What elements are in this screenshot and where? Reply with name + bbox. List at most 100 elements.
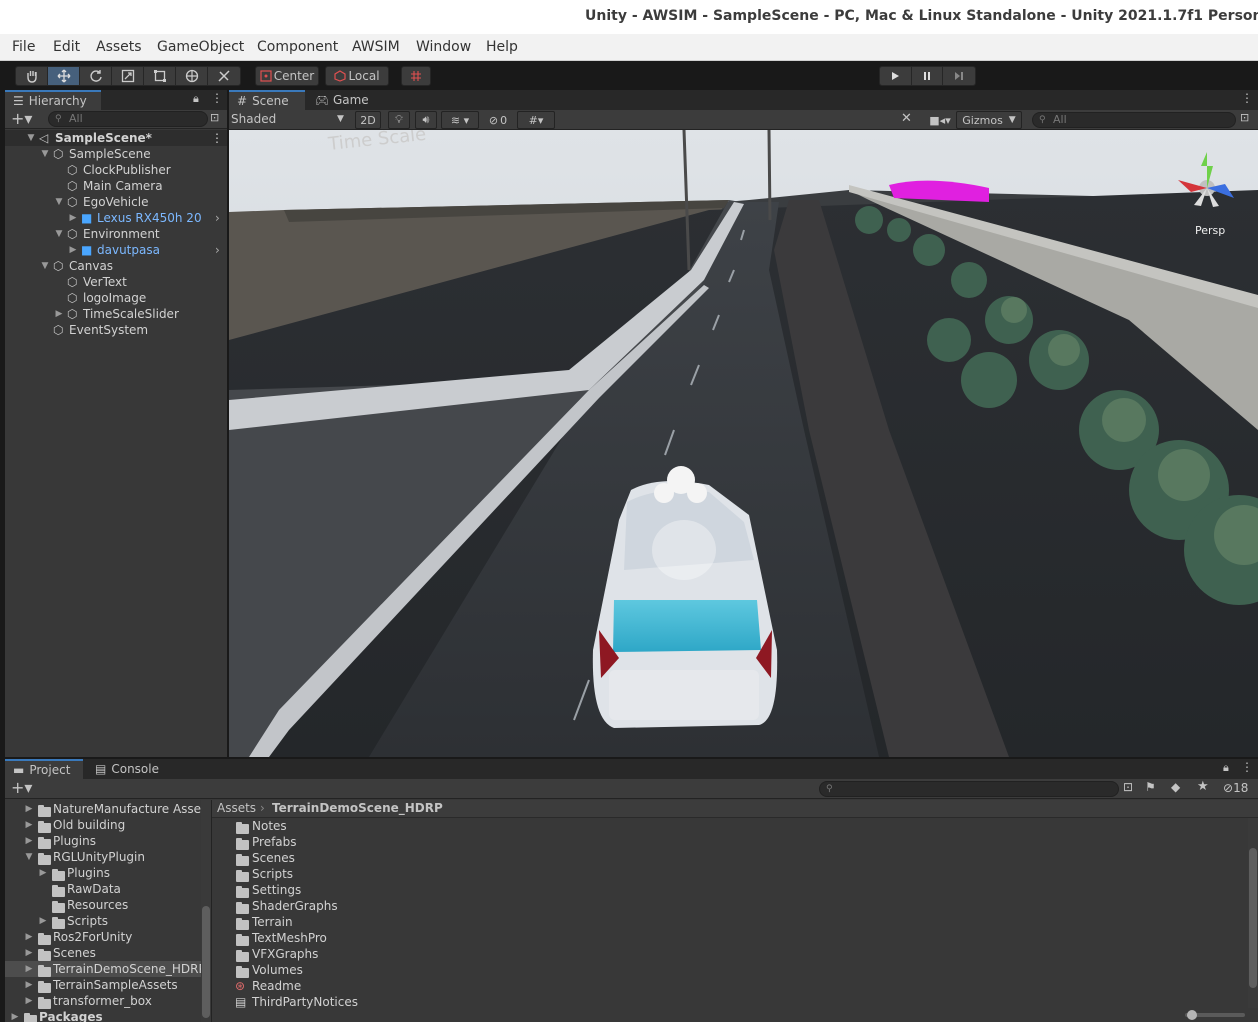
project-tree-item[interactable]: ▶ transformer_box (5, 993, 201, 1009)
search-by-type-icon[interactable]: ⊡ (1123, 780, 1133, 794)
label-icon[interactable]: ◆ (1171, 780, 1180, 794)
custom-tool-icon[interactable] (208, 67, 240, 85)
project-file-item[interactable]: VFXGraphs (212, 946, 1242, 962)
collapse-arrow-icon[interactable]: ▶ (10, 1009, 20, 1022)
scale-icon[interactable] (112, 67, 144, 85)
scene-kebab-icon[interactable]: ⋮ (1241, 91, 1253, 105)
scene-visibility-icon[interactable]: ⊡ (1240, 111, 1249, 124)
rect-icon[interactable] (144, 67, 176, 85)
menu-file[interactable]: File (12, 39, 35, 55)
pivot-space-button[interactable]: Local (325, 66, 389, 86)
collapse-arrow-icon[interactable]: ▶ (24, 993, 34, 1009)
hierarchy-item[interactable]: ⬡ EventSystem (5, 322, 227, 338)
project-tree-item[interactable]: ▼ RGLUnityPlugin (5, 849, 201, 865)
hierarchy-scene-row[interactable]: ▼ ◁ SampleScene* ⋮ (5, 130, 227, 146)
expand-arrow-icon[interactable]: ▼ (40, 146, 50, 162)
chevron-right-icon[interactable]: › (215, 242, 220, 258)
tab-hierarchy[interactable]: ☰ Hierarchy (5, 90, 101, 110)
collapse-arrow-icon[interactable]: ▶ (24, 817, 34, 833)
menu-window[interactable]: Window (416, 39, 471, 55)
hierarchy-item[interactable]: ⬡ VerText (5, 274, 227, 290)
grid-snap-button[interactable] (401, 66, 431, 86)
tab-console[interactable]: ▤ Console (87, 759, 167, 779)
kebab-menu-icon[interactable]: ⋮ (211, 130, 223, 146)
toggle-2d-button[interactable]: 2D (355, 111, 381, 129)
icon-size-slider[interactable] (1185, 1010, 1245, 1020)
hierarchy-item[interactable]: ⬡ logoImage (5, 290, 227, 306)
project-tree-item[interactable]: ▶ NatureManufacture Asset (5, 801, 201, 817)
project-file-item[interactable]: ▤ ThirdPartyNotices (212, 994, 1242, 1010)
star-icon[interactable]: ★ (1197, 779, 1209, 794)
project-tree-item[interactable]: ▶ Plugins (5, 865, 201, 881)
perspective-label[interactable]: Persp (1195, 224, 1225, 237)
hierarchy-search-input[interactable]: ⚲ All (48, 111, 208, 127)
project-tree-item[interactable]: ▶ Ros2ForUnity (5, 929, 201, 945)
tab-game[interactable]: 🎮︎ Game (307, 90, 373, 110)
tools-icon[interactable]: ✕ (901, 111, 912, 126)
project-file-item[interactable]: ⊛ Readme (212, 978, 1242, 994)
hierarchy-item[interactable]: ▼ ⬡ Environment (5, 226, 227, 242)
pivot-mode-button[interactable]: Center (255, 66, 319, 86)
slider-handle[interactable] (1187, 1010, 1197, 1020)
project-tree-item[interactable]: ▶ Scenes (5, 945, 201, 961)
rotate-icon[interactable] (80, 67, 112, 85)
pause-icon[interactable] (911, 67, 944, 85)
expand-arrow-icon[interactable]: ▼ (54, 226, 64, 242)
collapse-arrow-icon[interactable]: ▶ (38, 913, 48, 929)
project-tree-item[interactable]: ▶ TerrainSampleAssets (5, 977, 201, 993)
collapse-arrow-icon[interactable]: ▶ (24, 833, 34, 849)
audio-toggle[interactable]: 🔊︎ (415, 111, 437, 129)
hierarchy-item[interactable]: ▼ ⬡ SampleScene (5, 146, 227, 162)
scene-visibility-icon[interactable]: ⊡ (210, 111, 219, 124)
menu-component[interactable]: Component (257, 39, 338, 55)
step-icon[interactable] (943, 67, 975, 85)
scene-viewport[interactable]: Time Scale Persp (229, 130, 1258, 757)
move-icon[interactable] (48, 67, 80, 85)
hierarchy-item[interactable]: ⬡ ClockPublisher (5, 162, 227, 178)
project-tree-item[interactable]: RawData (5, 881, 201, 897)
expand-arrow-icon[interactable]: ▼ (54, 194, 64, 210)
collapse-arrow-icon[interactable]: ▶ (54, 306, 64, 322)
project-file-item[interactable]: Terrain (212, 914, 1242, 930)
transform-icon[interactable] (176, 67, 208, 85)
hierarchy-item[interactable]: ▼ ⬡ Canvas (5, 258, 227, 274)
collapse-arrow-icon[interactable]: ▶ (68, 210, 78, 226)
kebab-menu-icon[interactable]: ⋮ (211, 91, 223, 105)
scene-search-input[interactable]: ⚲ All (1032, 112, 1236, 128)
project-tree-item[interactable]: Resources (5, 897, 201, 913)
tree-scrollbar-thumb[interactable] (202, 906, 210, 1018)
tab-project[interactable]: ▬ Project (5, 759, 83, 779)
menu-assets[interactable]: Assets (96, 39, 142, 55)
tree-scrollbar[interactable] (201, 800, 211, 1022)
hierarchy-item[interactable]: ▶ ⬡ TimeScaleSlider (5, 306, 227, 322)
project-file-item[interactable]: Notes (212, 818, 1242, 834)
hierarchy-item[interactable]: ⬡ Main Camera (5, 178, 227, 194)
project-file-item[interactable]: Volumes (212, 962, 1242, 978)
hand-icon[interactable] (16, 67, 48, 85)
expand-arrow-icon[interactable]: ▼ (24, 849, 34, 865)
expand-arrow-icon[interactable]: ▼ (40, 258, 50, 274)
lock-icon[interactable]: 🔒︎ (193, 92, 199, 106)
breadcrumb-assets[interactable]: Assets (217, 801, 256, 815)
filter-icon[interactable]: ⚑ (1145, 780, 1156, 794)
hierarchy-item[interactable]: ▶ ■ Lexus RX450h 20 › (5, 210, 227, 226)
project-tree-item[interactable]: ▶ Scripts (5, 913, 201, 929)
menu-gameobject[interactable]: GameObject (157, 39, 244, 55)
breadcrumb-current[interactable]: TerrainDemoScene_HDRP (272, 801, 443, 815)
file-list-scrollbar-thumb[interactable] (1249, 848, 1257, 988)
hidden-packages-toggle[interactable]: ⊘18 (1223, 781, 1248, 795)
lighting-toggle[interactable]: 💡︎ (388, 111, 410, 129)
project-tree-item[interactable]: ▶ Old building (5, 817, 201, 833)
tab-scene[interactable]: # Scene (229, 90, 305, 110)
collapse-arrow-icon[interactable]: ▶ (24, 929, 34, 945)
project-file-item[interactable]: Scenes (212, 850, 1242, 866)
project-file-item[interactable]: Settings (212, 882, 1242, 898)
project-file-item[interactable]: TextMeshPro (212, 930, 1242, 946)
hierarchy-item[interactable]: ▼ ⬡ EgoVehicle (5, 194, 227, 210)
collapse-arrow-icon[interactable]: ▶ (24, 801, 34, 817)
expand-arrow-icon[interactable]: ▼ (26, 130, 36, 146)
file-list-scrollbar[interactable] (1248, 818, 1258, 1008)
project-tree-item[interactable]: ▶ TerrainDemoScene_HDRP (5, 961, 201, 977)
collapse-arrow-icon[interactable]: ▶ (24, 961, 34, 977)
menu-help[interactable]: Help (486, 39, 518, 55)
